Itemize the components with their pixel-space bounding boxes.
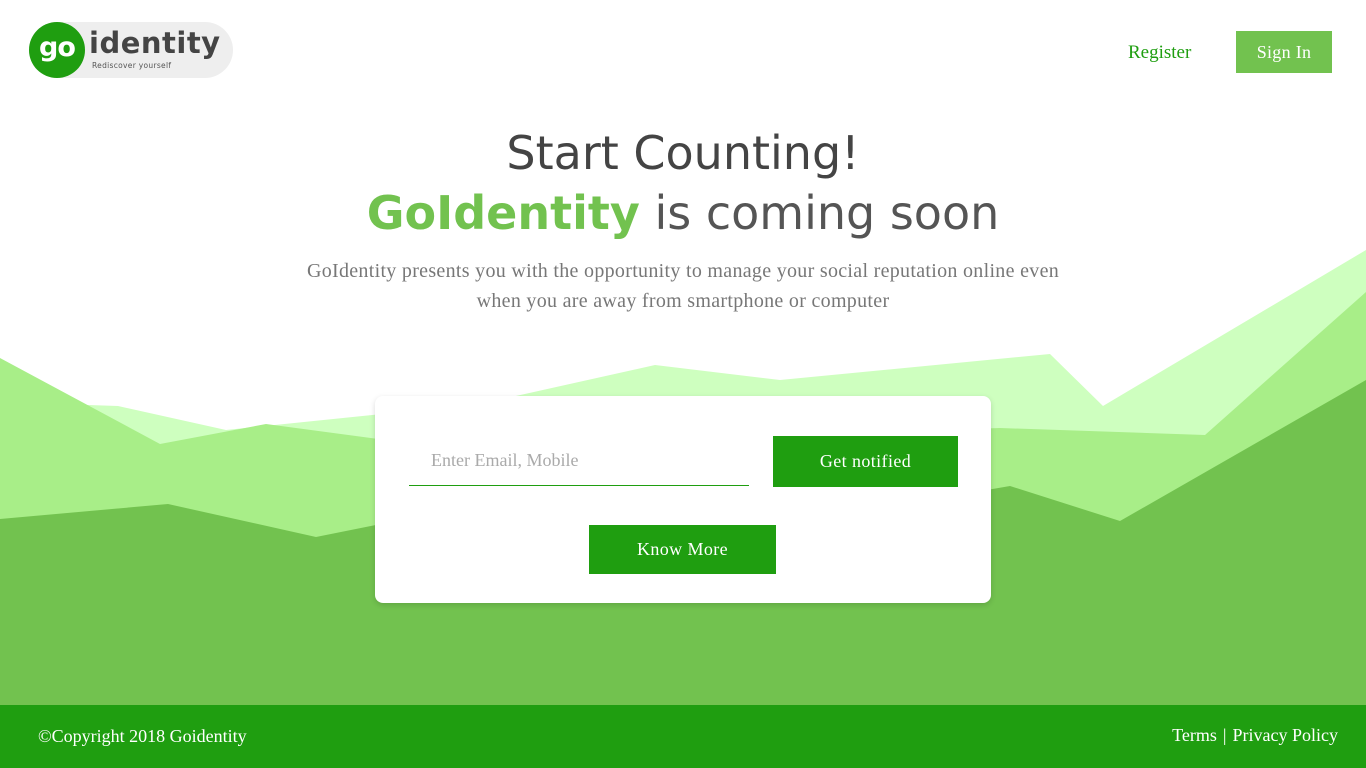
sign-in-button[interactable]: Sign In bbox=[1236, 31, 1332, 73]
footer: ©Copyright 2018 Goidentity Terms | Privacy… bbox=[0, 705, 1366, 768]
logo[interactable]: go identity Rediscover yourself bbox=[29, 22, 233, 78]
footer-separator: | bbox=[1222, 725, 1227, 745]
logo-badge: go bbox=[29, 22, 85, 78]
get-notified-button[interactable]: Get notified bbox=[773, 436, 958, 487]
know-more-button[interactable]: Know More bbox=[589, 525, 776, 574]
signup-card: Get notified Know More bbox=[375, 396, 991, 603]
privacy-policy-link[interactable]: Privacy Policy bbox=[1233, 725, 1339, 745]
logo-tagline: Rediscover yourself bbox=[92, 61, 172, 70]
brand-name: GoIdentity bbox=[366, 186, 640, 240]
hero-description: GoIdentity presents you with the opportu… bbox=[306, 260, 1060, 312]
register-link[interactable]: Register bbox=[1128, 42, 1191, 64]
email-mobile-input[interactable] bbox=[409, 436, 749, 486]
hero-subtitle: GoIdentity is coming soon bbox=[0, 184, 1366, 242]
logo-wordmark: identity bbox=[89, 26, 221, 60]
footer-links: Terms | Privacy Policy bbox=[1172, 725, 1338, 746]
hero-title: Start Counting! bbox=[506, 126, 860, 180]
background-hills bbox=[0, 250, 1366, 705]
hero-subtitle-rest: is coming soon bbox=[639, 186, 1000, 240]
terms-link[interactable]: Terms bbox=[1172, 725, 1217, 745]
copyright-text: ©Copyright 2018 Goidentity bbox=[38, 726, 247, 746]
